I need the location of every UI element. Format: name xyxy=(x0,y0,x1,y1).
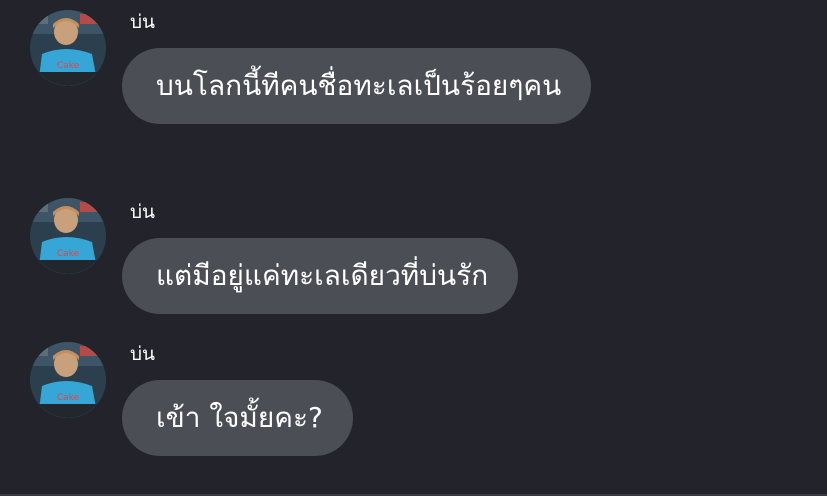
sender-name: บ่น xyxy=(130,343,156,365)
message-bubble[interactable]: บนโลกนี้ทีคนชื่อทะเลเป็นร้อยๆคน xyxy=(122,48,592,124)
avatar[interactable]: Cake xyxy=(30,198,106,274)
avatar[interactable]: Cake xyxy=(30,342,106,418)
chat-thread: Cake บ่น บนโลกนี้ทีคนชื่อทะเลเป็นร้อยๆคน… xyxy=(0,0,827,496)
svg-text:Cake: Cake xyxy=(57,249,80,259)
sender-name: บ่น xyxy=(130,11,156,33)
avatar-photo-icon: Cake xyxy=(30,342,106,418)
message-bubble[interactable]: แต่มีอยู่แค่ทะเลเดียวที่บ่นรัก xyxy=(122,238,519,314)
message-bubble[interactable]: เข้า ใจมั้ยคะ? xyxy=(122,380,353,456)
avatar[interactable]: Cake xyxy=(30,10,106,86)
svg-text:Cake: Cake xyxy=(57,393,80,403)
avatar-photo-icon: Cake xyxy=(30,198,106,274)
sender-name: บ่น xyxy=(130,201,156,223)
svg-text:Cake: Cake xyxy=(57,61,80,71)
avatar-photo-icon: Cake xyxy=(30,10,106,86)
